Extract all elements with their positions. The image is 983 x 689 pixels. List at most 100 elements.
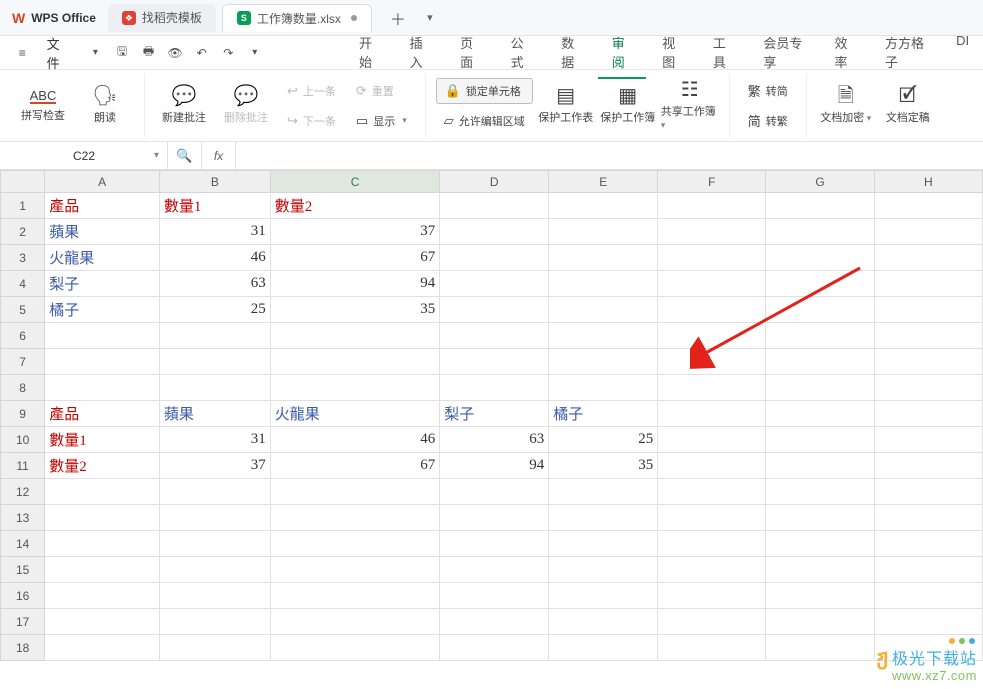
file-menu[interactable]: 文件: [37, 31, 82, 75]
cell-A5[interactable]: 橘子: [45, 297, 160, 323]
qat-dropdown-icon[interactable]: ▾: [243, 40, 268, 66]
cell-D9[interactable]: 梨子: [440, 401, 549, 427]
menu-ffgz[interactable]: 方方格子: [871, 27, 940, 79]
row-9[interactable]: 9: [1, 401, 45, 427]
save-icon[interactable]: 🖫: [110, 40, 135, 66]
cell-A3[interactable]: 火龍果: [45, 245, 160, 271]
cell-E10[interactable]: 25: [549, 427, 658, 453]
menu-start[interactable]: 开始: [345, 27, 394, 79]
cell-B1[interactable]: 數量1: [159, 193, 270, 219]
spellcheck-button[interactable]: ABC 拼写检查: [14, 75, 72, 137]
undo-icon[interactable]: ↶: [189, 40, 214, 66]
cell-B3[interactable]: 46: [159, 245, 270, 271]
cell-D10[interactable]: 63: [440, 427, 549, 453]
protect-sheet-button[interactable]: ▤ 保护工作表: [537, 75, 595, 137]
cancel-button[interactable]: 🔍: [168, 142, 202, 169]
cell-B5[interactable]: 25: [159, 297, 270, 323]
cell-C1[interactable]: 數量2: [270, 193, 439, 219]
menu-member[interactable]: 会员专享: [749, 27, 818, 79]
file-dropdown-icon[interactable]: ▾: [83, 40, 108, 66]
row-4[interactable]: 4: [1, 271, 45, 297]
cell-B2[interactable]: 31: [159, 219, 270, 245]
allow-edit-button[interactable]: ▱允许编辑区域: [436, 108, 533, 134]
name-box-input[interactable]: [34, 149, 134, 163]
row-11[interactable]: 11: [1, 453, 45, 479]
menu-icon[interactable]: ≡: [10, 40, 35, 66]
read-aloud-button[interactable]: 🗣 朗读: [76, 75, 134, 137]
cell-B10[interactable]: 31: [159, 427, 270, 453]
menu-view[interactable]: 视图: [648, 27, 697, 79]
row-15[interactable]: 15: [1, 557, 45, 583]
share-book-button[interactable]: ☷ 共享工作簿 ▾: [661, 75, 719, 137]
col-F[interactable]: F: [658, 171, 766, 193]
cell-A10[interactable]: 數量1: [45, 427, 160, 453]
tab-templates[interactable]: ❖ 找稻壳模板: [108, 4, 216, 32]
row-8[interactable]: 8: [1, 375, 45, 401]
protect-book-button[interactable]: ▦ 保护工作簿: [599, 75, 657, 137]
menu-page[interactable]: 页面: [446, 27, 495, 79]
cell-C5[interactable]: 35: [270, 297, 439, 323]
new-comment-button[interactable]: 💬 新建批注: [155, 75, 213, 137]
cell-C9[interactable]: 火龍果: [270, 401, 439, 427]
cell-C3[interactable]: 67: [270, 245, 439, 271]
col-D[interactable]: D: [440, 171, 549, 193]
cell-B9[interactable]: 蘋果: [159, 401, 270, 427]
grid-table[interactable]: A B C D E F G H 1 產品 數量1 數量2 2 蘋果 31 37 …: [0, 170, 983, 661]
cell-C4[interactable]: 94: [270, 271, 439, 297]
preview-icon[interactable]: 👁: [163, 40, 188, 66]
row-13[interactable]: 13: [1, 505, 45, 531]
fx-button[interactable]: fx: [202, 142, 236, 169]
select-all-corner[interactable]: [1, 171, 45, 193]
cell-A2[interactable]: 蘋果: [45, 219, 160, 245]
cell-B4[interactable]: 63: [159, 271, 270, 297]
encrypt-button[interactable]: 🗎 文档加密 ▾: [817, 75, 875, 137]
cell-E9[interactable]: 橘子: [549, 401, 658, 427]
print-icon[interactable]: 🖶: [136, 40, 161, 66]
finalize-button[interactable]: 🗹 文档定稿: [879, 75, 937, 137]
cell-A11[interactable]: 數量2: [45, 453, 160, 479]
col-G[interactable]: G: [766, 171, 874, 193]
name-box[interactable]: ▾: [18, 142, 168, 169]
row-6[interactable]: 6: [1, 323, 45, 349]
menu-review[interactable]: 审阅: [598, 27, 647, 79]
row-1[interactable]: 1: [1, 193, 45, 219]
display-comment-button[interactable]: ▭显示▾: [348, 108, 415, 134]
cell-A9[interactable]: 產品: [45, 401, 160, 427]
row-12[interactable]: 12: [1, 479, 45, 505]
row-3[interactable]: 3: [1, 245, 45, 271]
menu-insert[interactable]: 插入: [396, 27, 445, 79]
row-16[interactable]: 16: [1, 583, 45, 609]
row-5[interactable]: 5: [1, 297, 45, 323]
cell-A4[interactable]: 梨子: [45, 271, 160, 297]
cell-A1[interactable]: 產品: [45, 193, 160, 219]
redo-icon[interactable]: ↷: [216, 40, 241, 66]
row-7[interactable]: 7: [1, 349, 45, 375]
cell-E11[interactable]: 35: [549, 453, 658, 479]
col-C[interactable]: C: [270, 171, 439, 193]
cell-D11[interactable]: 94: [440, 453, 549, 479]
row-14[interactable]: 14: [1, 531, 45, 557]
col-H[interactable]: H: [874, 171, 982, 193]
menu-tools[interactable]: 工具: [699, 27, 748, 79]
lock-cell-button[interactable]: 🔒锁定单元格: [436, 78, 533, 104]
col-E[interactable]: E: [549, 171, 658, 193]
row-18[interactable]: 18: [1, 635, 45, 661]
cell-C11[interactable]: 67: [270, 453, 439, 479]
row-10[interactable]: 10: [1, 427, 45, 453]
menu-efficiency[interactable]: 效率: [820, 27, 869, 79]
menu-data[interactable]: 数据: [547, 27, 596, 79]
row-2[interactable]: 2: [1, 219, 45, 245]
cell-C10[interactable]: 46: [270, 427, 439, 453]
col-A[interactable]: A: [45, 171, 160, 193]
menu-di[interactable]: DI: [942, 27, 983, 79]
menu-formula[interactable]: 公式: [497, 27, 546, 79]
row-17[interactable]: 17: [1, 609, 45, 635]
formula-input[interactable]: [236, 142, 983, 169]
col-B[interactable]: B: [159, 171, 270, 193]
chevron-down-icon[interactable]: ▾: [154, 150, 159, 161]
cell-C2[interactable]: 37: [270, 219, 439, 245]
to-simplified-button[interactable]: 繁转简: [740, 78, 796, 104]
cell-B11[interactable]: 37: [159, 453, 270, 479]
to-traditional-button[interactable]: 简转繁: [740, 108, 796, 134]
spreadsheet[interactable]: A B C D E F G H 1 產品 數量1 數量2 2 蘋果 31 37 …: [0, 170, 983, 661]
